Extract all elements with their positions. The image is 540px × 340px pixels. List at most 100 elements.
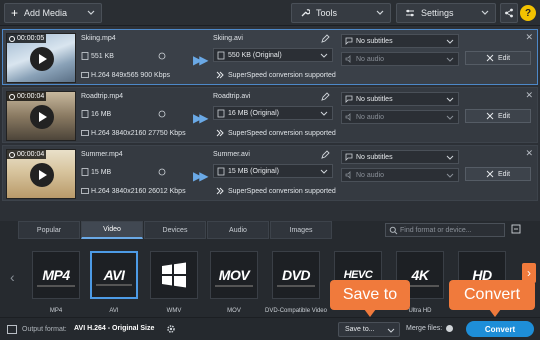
format-tiles: MP4 MP4 AVI AVI WMV MOV MOV DVD DVD-Comp… xyxy=(28,251,518,317)
speaker-icon xyxy=(345,171,351,179)
clock-icon xyxy=(9,35,15,42)
edit-button[interactable]: Edit xyxy=(465,167,531,181)
source-codec-info: H.264 3840x2160 27750 Kbps xyxy=(91,130,186,137)
duration-text: 00:00:04 xyxy=(17,151,45,158)
file-row[interactable]: 00:00:05 Skiing.mp4 551 KB H.264 849x565… xyxy=(2,29,538,85)
tab-audio[interactable]: Audio xyxy=(207,221,269,239)
superspeed-status: SuperSpeed conversion supported xyxy=(216,129,336,137)
merge-files-toggle[interactable]: Merge files: xyxy=(406,325,454,332)
scissors-icon xyxy=(486,54,494,62)
convert-callout: Convert xyxy=(449,280,535,317)
format-tile-avi[interactable]: AVI xyxy=(90,251,138,299)
clock-icon xyxy=(158,110,166,118)
tools-button[interactable]: Tools xyxy=(291,3,391,23)
subtitles-value: No subtitles xyxy=(356,37,393,45)
convert-button[interactable]: Convert xyxy=(466,321,534,337)
source-codec-info: H.264 3840x2160 26012 Kbps xyxy=(91,188,186,195)
share-button[interactable] xyxy=(500,3,518,23)
output-format-icon xyxy=(7,325,17,334)
close-icon[interactable]: ✕ xyxy=(525,32,533,43)
source-filename: Skiing.mp4 xyxy=(81,35,116,42)
subtitles-value: No subtitles xyxy=(356,95,393,103)
file-icon xyxy=(217,167,225,176)
convert-arrow-icon: ▶▶ xyxy=(193,169,209,183)
settings-button[interactable]: Settings xyxy=(396,3,496,23)
close-icon[interactable]: ✕ xyxy=(525,90,533,101)
audio-dropdown[interactable]: No audio xyxy=(341,52,459,66)
tab-video[interactable]: Video xyxy=(81,221,143,239)
mov-logo: MOV xyxy=(218,267,250,283)
speed-icon xyxy=(216,129,224,137)
file-row[interactable]: 00:00:04 Summer.mp4 15 MB H.264 3840x216… xyxy=(2,145,538,201)
format-tabs: Popular Video Devices Audio Images xyxy=(18,221,333,239)
add-media-button[interactable]: + Add Media xyxy=(4,3,102,23)
film-icon xyxy=(81,188,89,194)
chevron-down-icon xyxy=(446,97,454,102)
clock-icon xyxy=(158,52,166,60)
file-row[interactable]: 00:00:04 Roadtrip.mp4 16 MB H.264 3840x2… xyxy=(2,87,538,143)
format-caption: MP4 xyxy=(49,308,63,314)
file-icon xyxy=(217,109,225,118)
tools-label: Tools xyxy=(316,8,338,18)
speed-icon xyxy=(216,71,224,79)
file-icon xyxy=(81,110,89,118)
video-thumbnail[interactable]: 00:00:04 xyxy=(6,91,76,141)
help-button[interactable]: ? xyxy=(520,5,536,21)
scroll-left-icon[interactable]: ‹ xyxy=(10,269,15,285)
format-search-input[interactable]: Find format or device... xyxy=(385,223,505,237)
format-tile-mp4[interactable]: MP4 xyxy=(32,251,80,299)
source-size: 15 MB xyxy=(91,169,112,176)
duration-badge: 00:00:04 xyxy=(7,150,47,159)
pencil-icon[interactable] xyxy=(321,92,330,101)
subtitles-value: No subtitles xyxy=(356,153,393,161)
edit-button[interactable]: Edit xyxy=(465,51,531,65)
tab-images[interactable]: Images xyxy=(270,221,332,239)
speaker-icon xyxy=(345,55,351,63)
tab-devices[interactable]: Devices xyxy=(144,221,206,239)
audio-dropdown[interactable]: No audio xyxy=(341,110,459,124)
save-to-button[interactable]: Save to... xyxy=(338,322,400,337)
output-size-dropdown[interactable]: 16 MB (Original) xyxy=(213,106,333,120)
pencil-icon[interactable] xyxy=(321,150,330,159)
audio-dropdown[interactable]: No audio xyxy=(341,168,459,182)
superspeed-status: SuperSpeed conversion supported xyxy=(216,187,336,195)
format-tile-wmv[interactable] xyxy=(150,251,198,299)
source-filename: Roadtrip.mp4 xyxy=(81,93,124,100)
pencil-icon[interactable] xyxy=(321,34,330,43)
subtitles-dropdown[interactable]: No subtitles xyxy=(341,92,459,106)
play-icon[interactable] xyxy=(30,47,54,71)
toggle-knob[interactable] xyxy=(446,325,454,332)
source-size: 16 MB xyxy=(91,111,112,118)
bottom-bar: Output format: AVI H.264 - Original Size… xyxy=(0,317,540,340)
output-size-value: 16 MB (Original) xyxy=(228,109,279,117)
format-settings-icon[interactable] xyxy=(511,224,521,234)
format-tile-mov[interactable]: MOV xyxy=(210,251,258,299)
chevron-down-icon xyxy=(87,10,95,15)
subtitles-dropdown[interactable]: No subtitles xyxy=(341,150,459,164)
tab-popular[interactable]: Popular xyxy=(18,221,80,239)
output-size-dropdown[interactable]: 550 KB (Original) xyxy=(213,48,333,62)
video-thumbnail[interactable]: 00:00:04 xyxy=(6,149,76,199)
search-placeholder: Find format or device... xyxy=(400,226,472,234)
video-thumbnail[interactable]: 00:00:05 xyxy=(6,33,76,83)
edit-label: Edit xyxy=(497,170,511,178)
top-toolbar: + Add Media Tools Settings ? xyxy=(0,0,540,26)
output-size-dropdown[interactable]: 15 MB (Original) xyxy=(213,164,333,178)
play-icon[interactable] xyxy=(30,105,54,129)
chevron-down-icon xyxy=(446,155,454,160)
output-format-value[interactable]: AVI H.264 - Original Size xyxy=(74,325,154,332)
subtitles-dropdown[interactable]: No subtitles xyxy=(341,34,459,48)
share-icon xyxy=(505,8,513,18)
edit-button[interactable]: Edit xyxy=(465,109,531,123)
source-codec-info: H.264 849x565 900 Kbps xyxy=(91,72,171,79)
wrench-icon xyxy=(301,9,310,17)
file-icon xyxy=(81,168,89,176)
chevron-down-icon xyxy=(376,10,384,15)
plus-icon: + xyxy=(11,6,19,20)
scissors-icon xyxy=(486,112,494,120)
format-tile-dvd[interactable]: DVD xyxy=(272,251,320,299)
close-icon[interactable]: ✕ xyxy=(525,148,533,159)
output-size-value: 15 MB (Original) xyxy=(228,167,279,175)
play-icon[interactable] xyxy=(30,163,54,187)
gear-icon[interactable] xyxy=(166,324,176,334)
